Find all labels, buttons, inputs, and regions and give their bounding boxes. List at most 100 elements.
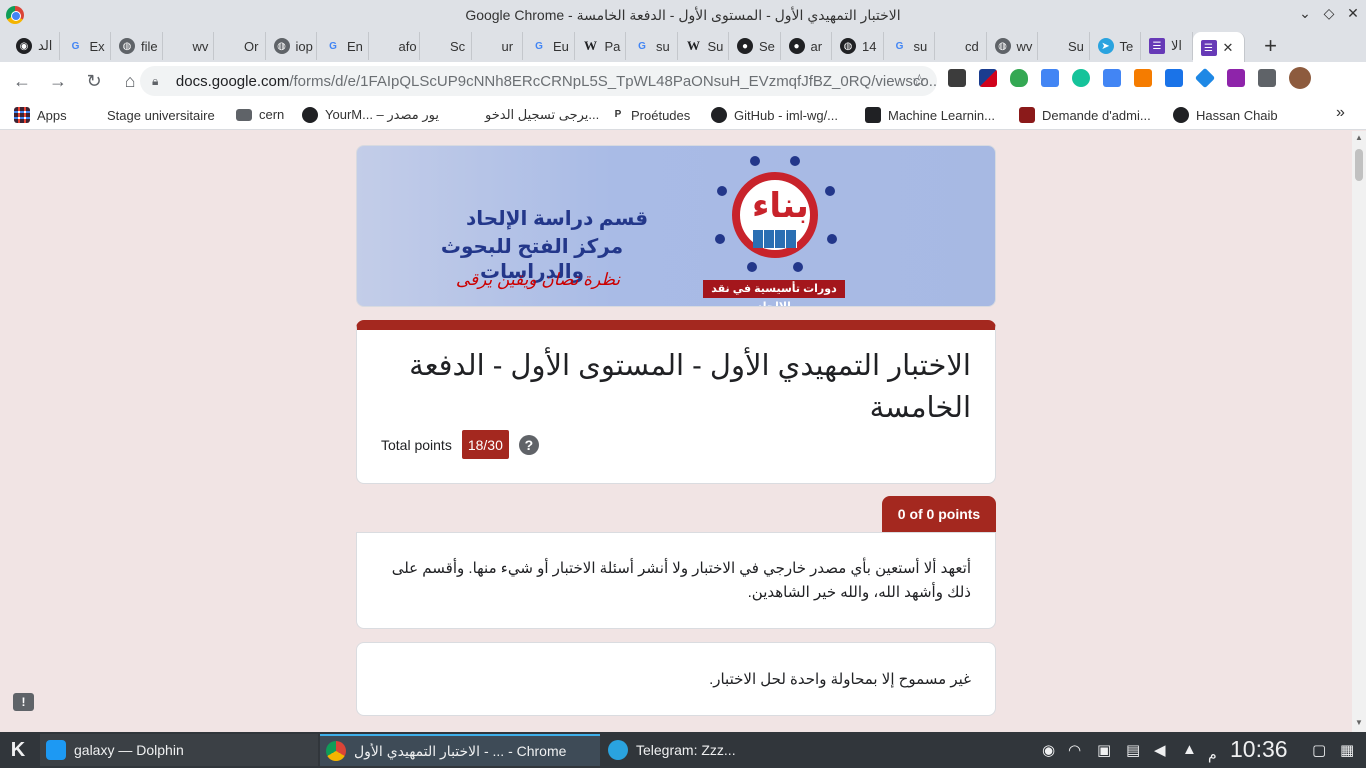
bookmark-cern[interactable]: cern — [236, 107, 284, 122]
wikipedia-icon: W — [687, 38, 700, 53]
blank-icon — [943, 38, 959, 54]
close-tab-icon[interactable]: ✕ — [1223, 40, 1234, 56]
reload-icon[interactable]: ↻ — [78, 65, 110, 97]
tab[interactable]: Su — [1038, 32, 1090, 60]
bookmarks-more-icon[interactable]: » — [1336, 104, 1345, 122]
feedback-icon[interactable]: ! — [13, 693, 34, 711]
tab[interactable]: cd — [935, 32, 987, 60]
bookmark-proetudes[interactable]: P Proétudes — [612, 107, 691, 123]
bookmark-yourm[interactable]: YourM... – يور مصدر — [302, 107, 439, 123]
tab-active-forms[interactable]: ☰ ✕ — [1192, 32, 1245, 64]
avatar[interactable] — [1289, 67, 1311, 89]
tab[interactable]: W Pa — [575, 32, 626, 60]
translate-extension-icon[interactable] — [1041, 69, 1059, 87]
task-dolphin[interactable]: galaxy — Dolphin — [40, 734, 318, 766]
tab[interactable]: ☰ الا — [1141, 32, 1193, 60]
puzzle-extensions-icon[interactable] — [1258, 69, 1276, 87]
tab[interactable]: wv — [163, 32, 214, 60]
bookmarks-bar: Apps Stage universitaire cern YourM... –… — [0, 100, 1366, 130]
telegram-icon: ➤ — [1097, 38, 1114, 54]
address-bar[interactable]: 🔒︎ docs.google.com/forms/d/e/1FAIpQLScUP… — [140, 66, 937, 96]
tab[interactable]: afo — [369, 32, 420, 60]
globe-icon — [1173, 107, 1189, 123]
security-extension-icon[interactable] — [1165, 69, 1183, 87]
grammarly-extension-icon[interactable] — [1072, 69, 1090, 87]
tab[interactable]: ◍ 14 — [832, 32, 884, 60]
clipboard-icon[interactable]: ▤ — [1126, 741, 1140, 759]
task-telegram[interactable]: Telegram: Zzz... — [602, 734, 882, 766]
new-tab-button[interactable]: + — [1257, 32, 1285, 60]
tab[interactable]: ◍ file — [111, 32, 163, 60]
folder-icon — [236, 108, 252, 121]
clock[interactable]: 10:36 — [1230, 736, 1288, 763]
tab[interactable]: Gsu — [884, 32, 935, 60]
bookmark-label: Demande d'admi... — [1042, 107, 1151, 123]
question-text: أتعهد ألا أستعين بأي مصدر خارجي في الاخت… — [391, 560, 971, 601]
lock-icon[interactable]: 🔒︎ — [152, 74, 164, 89]
diamond-extension-icon[interactable] — [1194, 67, 1216, 89]
github-icon: ● — [737, 38, 753, 54]
bookmark-ml[interactable]: Machine Learnin... — [865, 107, 995, 123]
tab-label: su — [913, 38, 928, 54]
shield-extension-icon[interactable] — [1010, 69, 1028, 87]
tab[interactable]: G Eu — [523, 32, 575, 60]
bookmark-apps[interactable]: Apps — [14, 107, 67, 123]
x-extension-icon[interactable] — [1227, 69, 1245, 87]
google-icon: G — [638, 40, 646, 52]
tray-expand-icon[interactable]: ▲ — [1182, 741, 1197, 758]
tab[interactable]: ➤ Te — [1090, 32, 1141, 60]
incognito-extension-icon[interactable] — [948, 69, 966, 87]
tab[interactable]: Or — [214, 32, 266, 60]
bookmark-demande[interactable]: Demande d'admi... — [1019, 107, 1151, 123]
bookmark-stage[interactable]: Stage universitaire — [84, 107, 215, 123]
ml-icon — [865, 107, 881, 123]
blank-icon — [462, 107, 478, 123]
tab[interactable]: G Ex — [60, 32, 111, 60]
task-chrome[interactable]: الاختبار التمهيدي الأول - ... - Chrome — [320, 734, 600, 766]
tab-label: Sc — [450, 38, 466, 54]
tab[interactable]: Gsu — [626, 32, 678, 60]
calendar-extension-icon[interactable] — [1103, 69, 1121, 87]
tab[interactable]: Sc — [420, 32, 472, 60]
bookmark-star-icon[interactable]: ☆ — [912, 71, 927, 91]
devices-icon[interactable]: ▣ — [1097, 741, 1111, 759]
back-arrow-icon[interactable]: ← — [6, 65, 38, 97]
logo-dot-icon — [790, 156, 800, 166]
tab[interactable]: ● Se — [729, 32, 781, 60]
scroll-up-icon[interactable]: ▲ — [1355, 133, 1363, 142]
tab[interactable]: ● ar — [781, 32, 832, 60]
tab[interactable]: ◍ iop — [266, 32, 317, 60]
tab[interactable]: ◍ wv — [987, 32, 1038, 60]
close-window-icon[interactable]: ✕ — [1344, 5, 1362, 22]
tab[interactable]: ur — [472, 32, 523, 60]
google-icon: G — [329, 40, 337, 52]
globe-icon: ◍ — [119, 38, 135, 54]
help-icon[interactable]: ? — [518, 434, 539, 455]
tab[interactable]: W Su — [678, 32, 729, 60]
wifi-icon[interactable]: ◠ — [1068, 741, 1081, 759]
tab-label: Eu — [553, 38, 569, 54]
scrollbar-thumb[interactable] — [1355, 149, 1363, 181]
github-icon: ● — [788, 38, 805, 54]
kde-launcher-icon[interactable]: K — [6, 738, 30, 762]
minimize-icon[interactable]: ⌄ — [1296, 5, 1314, 22]
updates-icon[interactable]: ◉ — [1042, 741, 1055, 759]
bookmark-hassan[interactable]: Hassan Chaib — [1173, 107, 1278, 123]
layout-extension-icon[interactable] — [1134, 69, 1152, 87]
tab[interactable]: G En — [317, 32, 369, 60]
desktop-grid-icon[interactable]: ▦ — [1340, 741, 1354, 759]
window-title: Google Chrome - الاختبار التمهيدي الأول … — [465, 6, 901, 23]
maximize-icon[interactable]: ◇ — [1320, 5, 1338, 22]
page-scrollbar[interactable]: ▲ ▼ — [1352, 131, 1366, 732]
scroll-down-icon[interactable]: ▼ — [1355, 718, 1363, 727]
globe-icon: ◍ — [273, 38, 290, 54]
bookmark-login[interactable]: يرجى تسجيل الدخو... — [462, 107, 599, 123]
wikipedia-icon: W — [584, 38, 597, 53]
forward-arrow-icon[interactable]: → — [42, 65, 74, 97]
show-desktop-icon[interactable]: ▢ — [1312, 741, 1326, 759]
flag-extension-icon[interactable] — [979, 69, 997, 87]
bookmark-github[interactable]: GitHub - iml-wg/... — [711, 107, 838, 123]
volume-icon[interactable]: ◀︎ — [1154, 741, 1166, 759]
blank-icon — [222, 38, 238, 54]
tab[interactable]: ◉ الد — [8, 32, 60, 60]
